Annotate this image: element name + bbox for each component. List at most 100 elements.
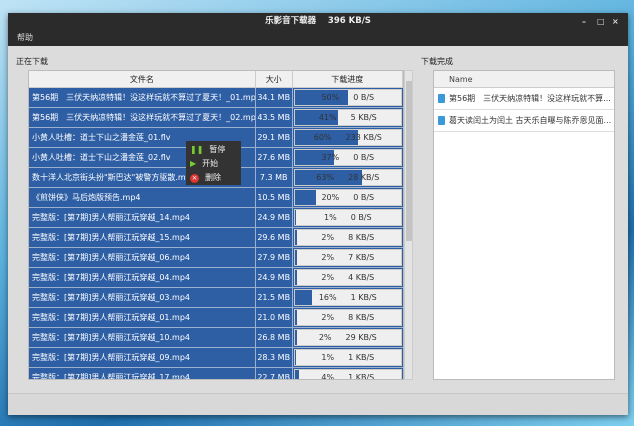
menu-help[interactable]: 帮助 bbox=[17, 33, 33, 42]
table-row[interactable]: 完整版：[第7期]男人帮丽江玩穿越_17.mp4 22.7 MB 4% 1 KB/… bbox=[29, 368, 403, 380]
progress-bar: 37% 0 B/S bbox=[293, 149, 402, 166]
progress-bar: 16% 1 KB/S bbox=[293, 289, 402, 306]
progress-bar: 41% 5 KB/S bbox=[293, 109, 402, 126]
file-size: 21.0 MB bbox=[255, 308, 293, 327]
file-name: 第56期 三伏天纳凉特辑！没这样玩就不算过了夏天！_02.mp4 bbox=[29, 108, 256, 127]
file-size: 7.3 MB bbox=[255, 168, 293, 187]
progress-bar: 1% 0 B/S bbox=[293, 209, 402, 226]
table-scrollbar[interactable] bbox=[404, 70, 413, 380]
file-name: 完整版：[第7期]男人帮丽江玩穿越_04.mp4 bbox=[29, 268, 256, 287]
file-icon bbox=[438, 94, 445, 103]
file-size: 10.5 MB bbox=[255, 188, 293, 207]
file-name: 第56期 三伏天纳凉特辑！没这样玩就不算过了夏天！_01.mp4 bbox=[29, 88, 256, 107]
minimize-button[interactable]: – bbox=[582, 13, 586, 30]
menu-item-start[interactable]: ▶ 开始 bbox=[186, 157, 241, 171]
progress-cell: 60% 233 KB/S bbox=[292, 128, 403, 147]
download-speed: 28 KB/S bbox=[348, 173, 380, 182]
progress-cell: 2% 7 KB/S bbox=[292, 248, 403, 267]
progress-percent: 20% bbox=[321, 193, 340, 202]
download-speed: 233 KB/S bbox=[345, 133, 382, 142]
file-name: 完整版：[第7期]男人帮丽江玩穿越_03.mp4 bbox=[29, 288, 256, 307]
progress-cell: 41% 5 KB/S bbox=[292, 108, 403, 127]
file-name: 完整版：[第7期]男人帮丽江玩穿越_14.mp4 bbox=[29, 208, 256, 227]
window-title: 乐影音下载器 bbox=[265, 16, 317, 26]
scrollbar-thumb[interactable] bbox=[406, 81, 412, 241]
list-item[interactable]: 葛天读闰土为闰土 古天乐自曝与陈乔恩见面... bbox=[434, 110, 614, 132]
pause-icon: ❚❚ bbox=[190, 145, 204, 154]
progress-percent: 4% bbox=[321, 373, 335, 380]
title-bar: 乐影音下载器 396 KB/S – □ × bbox=[8, 13, 628, 30]
progress-cell: 1% 1 KB/S bbox=[292, 348, 403, 367]
file-name: 完整版：[第7期]男人帮丽江玩穿越_06.mp4 bbox=[29, 248, 256, 267]
table-row[interactable]: 完整版：[第7期]男人帮丽江玩穿越_15.mp4 29.6 MB 2% 8 KB/… bbox=[29, 228, 403, 248]
table-row[interactable]: 第56期 三伏天纳凉特辑！没这样玩就不算过了夏天！_02.mp4 43.5 MB… bbox=[29, 108, 403, 128]
download-speed: 0 B/S bbox=[353, 193, 375, 202]
file-size: 43.5 MB bbox=[255, 108, 293, 127]
context-menu: ❚❚ 暂停 ▶ 开始 × 删除 bbox=[186, 141, 241, 185]
download-speed: 29 KB/S bbox=[345, 333, 377, 342]
menu-item-delete[interactable]: × 删除 bbox=[186, 171, 241, 185]
download-speed: 1 KB/S bbox=[348, 373, 375, 380]
status-bar bbox=[8, 393, 628, 415]
completed-label: 下载完成 bbox=[421, 57, 453, 66]
file-size: 26.8 MB bbox=[255, 328, 293, 347]
progress-cell: 1% 0 B/S bbox=[292, 208, 403, 227]
download-speed: 8 KB/S bbox=[348, 233, 375, 242]
file-size: 24.9 MB bbox=[255, 268, 293, 287]
progress-percent: 2% bbox=[318, 333, 332, 342]
progress-bar: 50% 0 B/S bbox=[293, 89, 402, 106]
progress-bar: 63% 28 KB/S bbox=[293, 169, 402, 186]
table-row[interactable]: 完整版：[第7期]男人帮丽江玩穿越_06.mp4 27.9 MB 2% 7 KB/… bbox=[29, 248, 403, 268]
file-size: 24.9 MB bbox=[255, 208, 293, 227]
table-row[interactable]: 《煎饼侠》马后炮版预告.mp4 10.5 MB 20% 0 B/S bbox=[29, 188, 403, 208]
table-row[interactable]: 完整版：[第7期]男人帮丽江玩穿越_14.mp4 24.9 MB 1% 0 B/S bbox=[29, 208, 403, 228]
item-name: 葛天读闰土为闰土 古天乐自曝与陈乔恩见面... bbox=[449, 116, 612, 125]
file-name: 完整版：[第7期]男人帮丽江玩穿越_09.mp4 bbox=[29, 348, 256, 367]
table-row[interactable]: 完整版：[第7期]男人帮丽江玩穿越_01.mp4 21.0 MB 2% 8 KB/… bbox=[29, 308, 403, 328]
table-row[interactable]: 完整版：[第7期]男人帮丽江玩穿越_04.mp4 24.9 MB 2% 4 KB/… bbox=[29, 268, 403, 288]
progress-cell: 2% 4 KB/S bbox=[292, 268, 403, 287]
progress-cell: 2% 8 KB/S bbox=[292, 228, 403, 247]
table-row[interactable]: 第56期 三伏天纳凉特辑！没这样玩就不算过了夏天！_01.mp4 34.1 MB… bbox=[29, 88, 403, 108]
download-speed: 7 KB/S bbox=[348, 253, 375, 262]
column-name[interactable]: Name bbox=[434, 71, 614, 88]
file-name: 完整版：[第7期]男人帮丽江玩穿越_01.mp4 bbox=[29, 308, 256, 327]
table-row[interactable]: 完整版：[第7期]男人帮丽江玩穿越_09.mp4 28.3 MB 1% 1 KB/… bbox=[29, 348, 403, 368]
progress-bar: 2% 8 KB/S bbox=[293, 309, 402, 326]
column-progress[interactable]: 下载进度 bbox=[293, 71, 403, 87]
table-row[interactable]: 完整版：[第7期]男人帮丽江玩穿越_03.mp4 21.5 MB 16% 1 KB… bbox=[29, 288, 403, 308]
table-row[interactable]: 完整版：[第7期]男人帮丽江玩穿越_10.mp4 26.8 MB 2% 29 KB… bbox=[29, 328, 403, 348]
maximize-button[interactable]: □ bbox=[597, 13, 605, 30]
progress-percent: 2% bbox=[321, 273, 335, 282]
file-size: 27.6 MB bbox=[255, 148, 293, 167]
file-name: 完整版：[第7期]男人帮丽江玩穿越_15.mp4 bbox=[29, 228, 256, 247]
file-size: 34.1 MB bbox=[255, 88, 293, 107]
column-filename[interactable]: 文件名 bbox=[29, 71, 256, 87]
file-size: 21.5 MB bbox=[255, 288, 293, 307]
progress-cell: 20% 0 B/S bbox=[292, 188, 403, 207]
app-window: 乐影音下载器 396 KB/S – □ × 帮助 正在下载 下载完成 文件名 大… bbox=[8, 13, 628, 415]
progress-bar: 2% 29 KB/S bbox=[293, 329, 402, 346]
download-speed: 1 KB/S bbox=[350, 293, 377, 302]
file-name: 完整版：[第7期]男人帮丽江玩穿越_17.mp4 bbox=[29, 368, 256, 379]
downloading-label: 正在下载 bbox=[16, 57, 48, 66]
download-speed: 0 B/S bbox=[353, 153, 375, 162]
downloading-table: 文件名 大小 下载进度 第56期 三伏天纳凉特辑！没这样玩就不算过了夏天！_01… bbox=[28, 70, 404, 380]
progress-percent: 16% bbox=[318, 293, 337, 302]
table-header: 文件名 大小 下载进度 bbox=[29, 71, 403, 88]
close-button[interactable]: × bbox=[612, 13, 619, 30]
file-icon bbox=[438, 116, 445, 125]
progress-percent: 60% bbox=[313, 133, 332, 142]
progress-percent: 50% bbox=[321, 93, 340, 102]
play-icon: ▶ bbox=[190, 159, 197, 168]
item-name: 第56期 三伏天纳凉特辑！没这样玩就不算... bbox=[449, 94, 611, 103]
column-size[interactable]: 大小 bbox=[256, 71, 293, 87]
progress-bar: 2% 7 KB/S bbox=[293, 249, 402, 266]
progress-bar: 2% 8 KB/S bbox=[293, 229, 402, 246]
list-item[interactable]: 第56期 三伏天纳凉特辑！没这样玩就不算... bbox=[434, 88, 614, 110]
download-speed: 0 B/S bbox=[353, 93, 375, 102]
file-size: 28.3 MB bbox=[255, 348, 293, 367]
progress-percent: 41% bbox=[318, 113, 337, 122]
progress-percent: 1% bbox=[323, 213, 337, 222]
menu-item-pause[interactable]: ❚❚ 暂停 bbox=[186, 143, 241, 157]
